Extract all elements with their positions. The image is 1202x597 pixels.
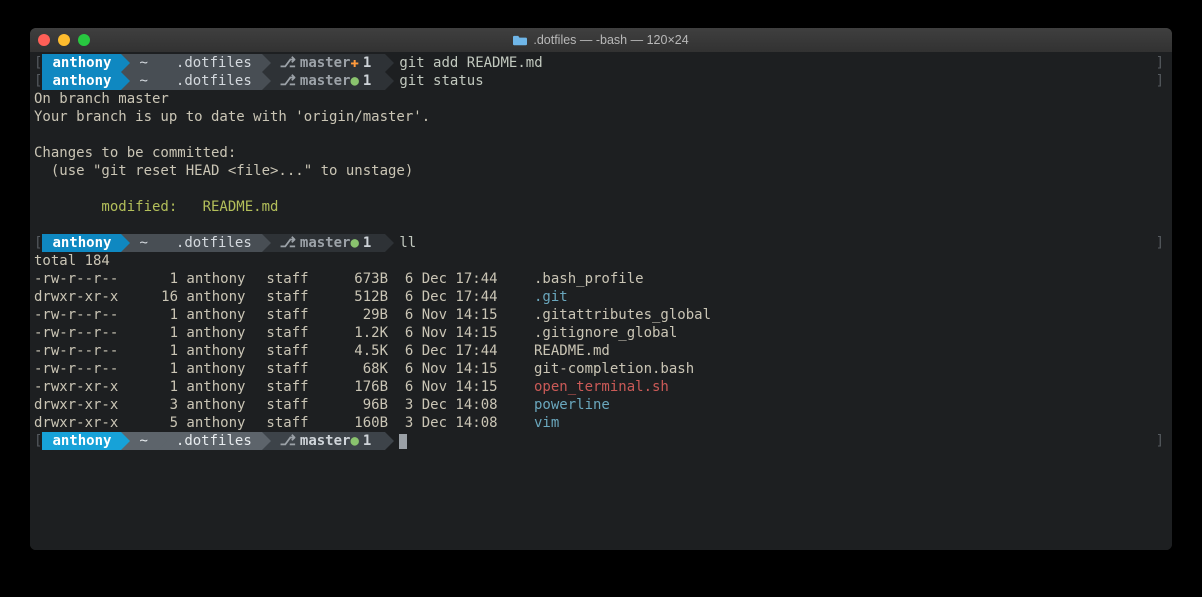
output-line: total 184 <box>30 252 1172 270</box>
list-item: -rw-r--r-- 1 anthony staff 68K 6 Nov 14:… <box>30 360 1172 378</box>
file-name: .gitattributes_global <box>528 306 711 324</box>
prompt-branch: ⎇master ●1 <box>262 432 386 450</box>
list-item: -rw-r--r-- 1 anthony staff 4.5K 6 Dec 17… <box>30 342 1172 360</box>
traffic-lights <box>38 34 90 46</box>
bracket-icon: ] <box>1156 72 1172 90</box>
bracket-icon: [ <box>30 234 42 252</box>
file-name: .gitignore_global <box>528 324 677 342</box>
output-line-modified: modified: README.md <box>30 198 1172 216</box>
bracket-icon: [ <box>30 432 42 450</box>
list-item: drwxr-xr-x 5 anthony staff 160B 3 Dec 14… <box>30 414 1172 432</box>
prompt-user: anthony <box>42 432 121 450</box>
window-title: .dotfiles — -bash — 120×24 <box>533 33 688 47</box>
list-item: -rw-r--r-- 1 anthony staff 29B 6 Nov 14:… <box>30 306 1172 324</box>
list-item: drwxr-xr-x 3 anthony staff 96B 3 Dec 14:… <box>30 396 1172 414</box>
list-item: -rw-r--r-- 1 anthony staff 673B 6 Dec 17… <box>30 270 1172 288</box>
terminal-window: .dotfiles — -bash — 120×24 [ anthony ~ .… <box>30 28 1172 550</box>
prompt-line: [ anthony ~ .dotfiles ⎇master ●1 ] <box>30 432 1172 450</box>
bracket-icon: ] <box>1156 432 1172 450</box>
folder-icon <box>513 34 527 46</box>
list-item: drwxr-xr-x 16 anthony staff 512B 6 Dec 1… <box>30 288 1172 306</box>
bracket-icon: ] <box>1156 54 1172 72</box>
branch-icon: ⎇ <box>280 54 296 72</box>
prompt-dir: .dotfiles <box>158 72 262 90</box>
prompt-dir: .dotfiles <box>158 54 262 72</box>
list-item: -rw-r--r-- 1 anthony staff 1.2K 6 Nov 14… <box>30 324 1172 342</box>
list-item: -rwxr-xr-x 1 anthony staff 176B 6 Nov 14… <box>30 378 1172 396</box>
branch-icon: ⎇ <box>280 234 296 252</box>
file-name: powerline <box>528 396 610 414</box>
zoom-icon[interactable] <box>78 34 90 46</box>
branch-icon: ⎇ <box>280 72 296 90</box>
close-icon[interactable] <box>38 34 50 46</box>
prompt-branch: ⎇master ✚1 <box>262 54 386 72</box>
branch-icon: ⎇ <box>280 432 296 450</box>
command-text: git add README.md <box>385 54 542 72</box>
bracket-icon: [ <box>30 54 42 72</box>
file-name: README.md <box>528 342 610 360</box>
bracket-icon: [ <box>30 72 42 90</box>
prompt-line: [ anthony ~ .dotfiles ⎇master ●1 git sta… <box>30 72 1172 90</box>
prompt-line: [ anthony ~ .dotfiles ⎇master ✚1 git add… <box>30 54 1172 72</box>
minimize-icon[interactable] <box>58 34 70 46</box>
output-line: (use "git reset HEAD <file>..." to unsta… <box>30 162 1172 180</box>
command-text: git status <box>385 72 483 90</box>
file-name: open_terminal.sh <box>528 378 669 396</box>
prompt-line: [ anthony ~ .dotfiles ⎇master ●1 ll ] <box>30 234 1172 252</box>
titlebar[interactable]: .dotfiles — -bash — 120×24 <box>30 28 1172 52</box>
file-name: vim <box>528 414 559 432</box>
terminal-body[interactable]: [ anthony ~ .dotfiles ⎇master ✚1 git add… <box>30 52 1172 550</box>
cursor-icon <box>399 434 407 449</box>
prompt-dir: .dotfiles <box>158 234 262 252</box>
file-name: .bash_profile <box>528 270 644 288</box>
output-line: Your branch is up to date with 'origin/m… <box>30 108 1172 126</box>
bracket-icon: ] <box>1156 234 1172 252</box>
prompt-user: anthony <box>42 72 121 90</box>
prompt-user: anthony <box>42 234 121 252</box>
output-line: On branch master <box>30 90 1172 108</box>
prompt-user: anthony <box>42 54 121 72</box>
prompt-dir: .dotfiles <box>158 432 262 450</box>
file-name: git-completion.bash <box>528 360 694 378</box>
file-name: .git <box>528 288 568 306</box>
prompt-branch: ⎇master ●1 <box>262 72 386 90</box>
output-line: Changes to be committed: <box>30 144 1172 162</box>
prompt-branch: ⎇master ●1 <box>262 234 386 252</box>
